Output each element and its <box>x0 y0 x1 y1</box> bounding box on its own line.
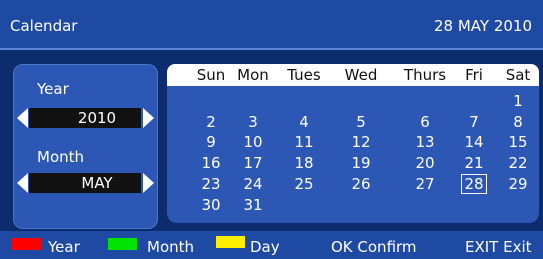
day-cell[interactable]: 10 <box>240 132 266 152</box>
weekday-sun: Sun <box>196 66 226 84</box>
day-cell[interactable]: 19 <box>348 153 374 173</box>
day-cell[interactable]: 27 <box>412 174 438 194</box>
day-cell[interactable]: 1 <box>505 91 531 111</box>
red-key-label: Year <box>48 238 80 256</box>
day-cell[interactable]: 13 <box>412 132 438 152</box>
weekday-thurs: Thurs <box>403 66 447 84</box>
page-title: Calendar <box>10 17 78 35</box>
day-cell[interactable]: 5 <box>348 112 374 132</box>
day-cell[interactable]: 6 <box>412 112 438 132</box>
day-cell[interactable]: 4 <box>291 112 317 132</box>
day-cell[interactable]: 30 <box>198 195 224 215</box>
day-cell[interactable]: 3 <box>240 112 266 132</box>
green-key-label: Month <box>147 238 195 256</box>
day-cell[interactable]: 18 <box>291 153 317 173</box>
weekday-fri: Fri <box>465 66 483 84</box>
selected-day-cell[interactable]: 28 <box>461 174 487 194</box>
year-selector[interactable]: 2010 <box>13 108 158 128</box>
red-key-icon <box>12 238 41 250</box>
weekday-mon: Mon <box>237 66 269 84</box>
day-cell[interactable]: 17 <box>240 153 266 173</box>
day-cell[interactable]: 23 <box>198 174 224 194</box>
day-cell[interactable]: 22 <box>505 153 531 173</box>
day-cell[interactable]: 31 <box>240 195 266 215</box>
year-label: Year <box>37 80 69 98</box>
day-cell[interactable]: 8 <box>505 112 531 132</box>
year-value[interactable]: 2010 <box>29 108 141 128</box>
day-cell[interactable]: 14 <box>461 132 487 152</box>
month-next-arrow-icon[interactable] <box>143 173 154 193</box>
ok-confirm-hint: OK Confirm <box>331 238 417 256</box>
day-cell[interactable]: 24 <box>240 174 266 194</box>
day-cell[interactable]: 11 <box>291 132 317 152</box>
year-prev-arrow-icon[interactable] <box>17 108 28 128</box>
month-prev-arrow-icon[interactable] <box>17 173 28 193</box>
current-date: 28 MAY 2010 <box>434 17 532 35</box>
day-cell[interactable]: 9 <box>198 132 224 152</box>
day-cell[interactable]: 7 <box>461 112 487 132</box>
yellow-key-icon <box>216 236 245 248</box>
green-key-icon <box>108 238 137 250</box>
month-selector[interactable]: MAY <box>13 173 158 193</box>
weekday-wed: Wed <box>344 66 378 84</box>
weekday-header: Sun Mon Tues Wed Thurs Fri Sat <box>167 64 539 86</box>
date-selector-panel: Year 2010 Month MAY <box>13 64 158 229</box>
day-cell[interactable]: 26 <box>348 174 374 194</box>
day-cell[interactable]: 15 <box>505 132 531 152</box>
year-next-arrow-icon[interactable] <box>143 108 154 128</box>
day-cell[interactable]: 29 <box>505 174 531 194</box>
exit-hint: EXIT Exit <box>465 238 532 256</box>
day-cell[interactable]: 21 <box>461 153 487 173</box>
month-label: Month <box>37 148 85 166</box>
yellow-key-label: Day <box>250 238 280 256</box>
day-cell[interactable]: 25 <box>291 174 317 194</box>
weekday-tues: Tues <box>287 66 321 84</box>
day-cell[interactable]: 20 <box>412 153 438 173</box>
weekday-sat: Sat <box>505 66 531 84</box>
day-cell[interactable]: 2 <box>198 112 224 132</box>
month-value[interactable]: MAY <box>29 173 141 193</box>
footer-bar: Year Month Day OK Confirm EXIT Exit <box>0 231 543 259</box>
day-cell[interactable]: 12 <box>348 132 374 152</box>
title-bar: Calendar 28 MAY 2010 <box>0 0 543 50</box>
day-cell[interactable]: 16 <box>198 153 224 173</box>
